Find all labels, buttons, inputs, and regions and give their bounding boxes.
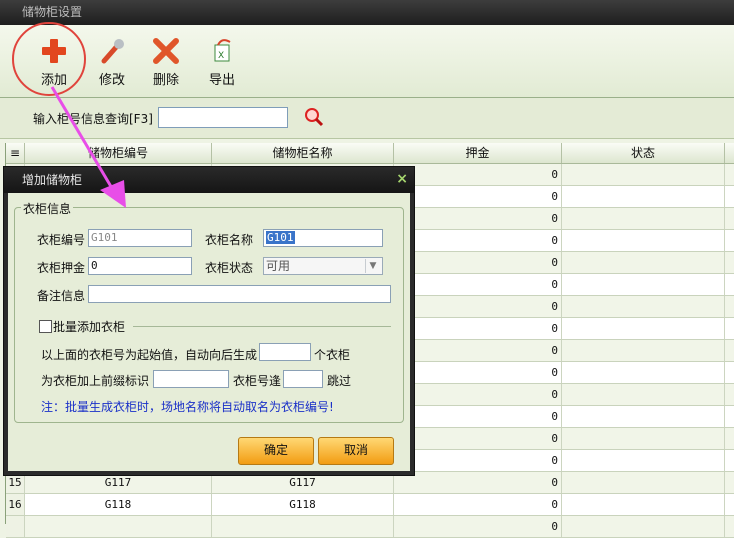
search-input[interactable]	[158, 107, 288, 128]
cell-status	[562, 406, 725, 427]
cell-status	[562, 274, 725, 295]
name-label: 衣柜名称	[205, 233, 254, 247]
batch-label: 批量添加衣柜	[53, 320, 126, 334]
window-title: 储物柜设置	[0, 0, 734, 25]
remark-label: 备注信息	[37, 289, 86, 303]
skip-field[interactable]	[283, 370, 323, 388]
cell-status	[562, 208, 725, 229]
delete-x-icon	[142, 37, 190, 65]
batch-count-label: 以上面的衣柜号为起始值，自动向后生成	[41, 348, 258, 362]
status-select-value: 可用	[266, 259, 291, 273]
col-header-status[interactable]: 状态	[562, 143, 725, 163]
cell-status	[562, 384, 725, 405]
row-number	[6, 516, 25, 537]
cell-deposit: 0	[394, 428, 562, 449]
cell-status	[562, 252, 725, 273]
cancel-button[interactable]: 取消	[318, 437, 394, 465]
cell-deposit: 0	[394, 296, 562, 317]
dialog-body: 衣柜信息 衣柜编号 G101 衣柜名称 G101 衣柜押金 0 衣柜状态 可用 …	[8, 193, 410, 471]
prefix-label: 为衣柜加上前缀标识	[41, 374, 150, 388]
divider	[133, 326, 391, 327]
cell-deposit: 0	[394, 274, 562, 295]
cell-status	[562, 318, 725, 339]
cell-deposit: 0	[394, 164, 562, 185]
cell-code: G118	[25, 494, 212, 515]
cell-deposit: 0	[394, 362, 562, 383]
col-header-deposit[interactable]: 押金	[394, 143, 562, 163]
batch-checkbox[interactable]	[39, 320, 52, 333]
status-label: 衣柜状态	[205, 261, 254, 275]
cell-status	[562, 340, 725, 361]
table-header: ≡ 储物柜编号 储物柜名称 押金 状态	[6, 143, 734, 164]
cell-status	[562, 362, 725, 383]
highlight-circle	[12, 22, 86, 96]
cell-name	[212, 516, 394, 537]
name-field[interactable]: G101	[263, 229, 383, 247]
wrench-icon	[88, 37, 136, 65]
skip-label: 衣柜号逢	[233, 374, 282, 388]
deposit-field[interactable]: 0	[88, 257, 192, 275]
cell-deposit: 0	[394, 406, 562, 427]
cell-status	[562, 494, 725, 515]
search-bar: 输入柜号信息查询[F3]	[0, 98, 734, 139]
edit-button-label: 修改	[98, 73, 125, 88]
batch-count-field[interactable]	[259, 343, 311, 361]
locker-info-group: 衣柜信息 衣柜编号 G101 衣柜名称 G101 衣柜押金 0 衣柜状态 可用 …	[14, 200, 404, 423]
cell-status	[562, 296, 725, 317]
deposit-label: 衣柜押金	[37, 261, 86, 275]
table-row[interactable]: 0	[6, 516, 734, 538]
search-label: 输入柜号信息查询[F3]	[33, 112, 153, 126]
cell-deposit: 0	[394, 384, 562, 405]
group-legend: 衣柜信息	[21, 200, 74, 217]
cell-deposit: 0	[394, 494, 562, 515]
cell-deposit: 0	[394, 186, 562, 207]
dialog-title: 增加储物柜	[4, 167, 414, 193]
cell-deposit: 0	[394, 340, 562, 361]
cell-deposit: 0	[394, 472, 562, 493]
export-excel-icon: X	[198, 37, 246, 65]
remark-field[interactable]	[88, 285, 391, 303]
cell-deposit: 0	[394, 516, 562, 537]
code-label: 衣柜编号	[37, 233, 86, 247]
row-number: 16	[6, 494, 25, 515]
toolbar: 添加 修改 删除 X 导出	[0, 25, 734, 98]
cell-code	[25, 516, 212, 537]
delete-button[interactable]: 删除	[142, 37, 190, 88]
code-field[interactable]: G101	[88, 229, 192, 247]
export-button[interactable]: X 导出	[198, 37, 246, 88]
cell-deposit: 0	[394, 450, 562, 471]
cell-status	[562, 186, 725, 207]
cell-deposit: 0	[394, 318, 562, 339]
ok-button[interactable]: 确定	[238, 437, 314, 465]
cell-deposit: 0	[394, 252, 562, 273]
skip-suffix: 跳过	[327, 374, 352, 388]
cell-deposit: 0	[394, 230, 562, 251]
cell-status	[562, 230, 725, 251]
add-locker-dialog: 增加储物柜 × 衣柜信息 衣柜编号 G101 衣柜名称 G101 衣柜押金 0 …	[3, 166, 415, 476]
table-row[interactable]: 16 G118 G118 0	[6, 494, 734, 516]
cell-status	[562, 450, 725, 471]
export-button-label: 导出	[208, 73, 235, 88]
chevron-down-icon: ▼	[365, 259, 380, 273]
cell-status	[562, 472, 725, 493]
batch-count-suffix: 个衣柜	[314, 348, 351, 362]
cell-deposit: 0	[394, 208, 562, 229]
status-select[interactable]: 可用 ▼	[263, 257, 383, 275]
search-icon[interactable]	[303, 106, 325, 131]
edit-button[interactable]: 修改	[88, 37, 136, 88]
delete-button-label: 删除	[152, 73, 179, 88]
cell-name: G118	[212, 494, 394, 515]
cell-status	[562, 164, 725, 185]
col-header-code[interactable]: 储物柜编号	[25, 143, 212, 163]
col-header-name[interactable]: 储物柜名称	[212, 143, 394, 163]
batch-note: 注：批量生成衣柜时，场地名称将自动取名为衣柜编号!	[41, 400, 334, 414]
cell-status	[562, 516, 725, 537]
prefix-field[interactable]	[153, 370, 229, 388]
cell-status	[562, 428, 725, 449]
svg-text:X: X	[218, 51, 224, 61]
row-menu-icon[interactable]: ≡	[6, 143, 25, 163]
close-icon[interactable]: ×	[396, 171, 408, 187]
name-field-value: G101	[266, 231, 295, 244]
